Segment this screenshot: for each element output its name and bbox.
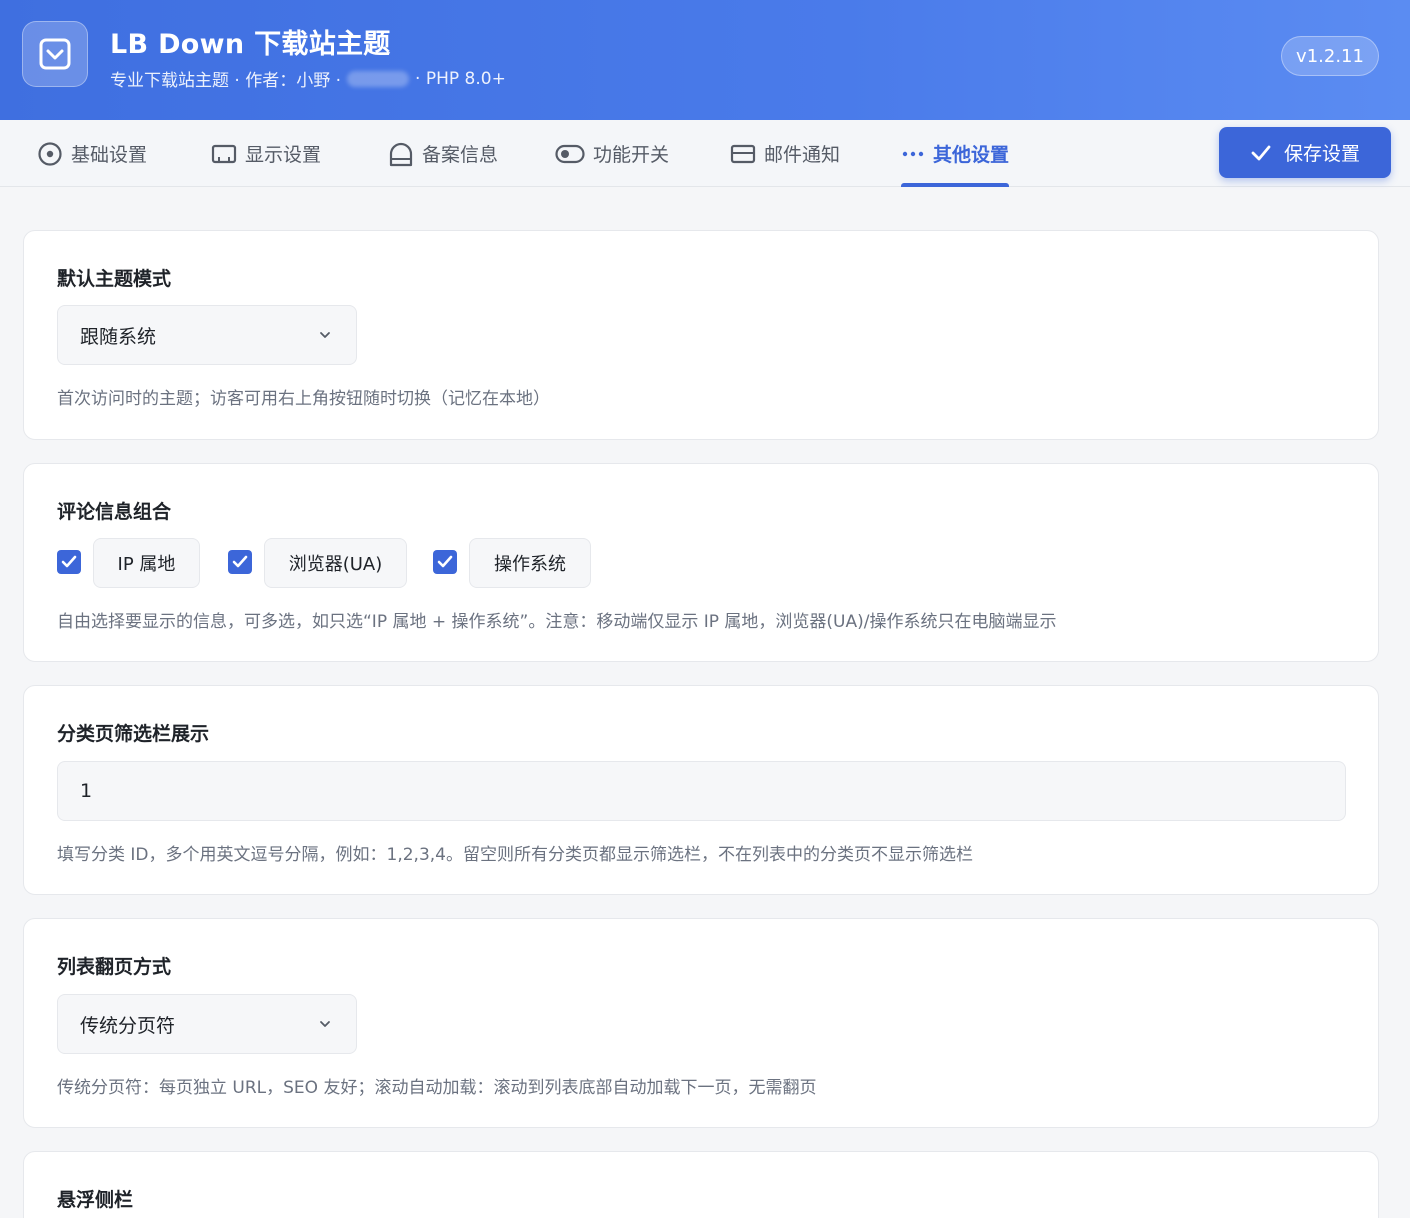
os-option[interactable]: 操作系统 (469, 538, 591, 588)
select-value: 传统分页符 (80, 1014, 176, 1037)
theme-mode-select[interactable]: 跟随系统 (57, 305, 357, 365)
tab-label: 基础设置 (71, 144, 148, 166)
redacted-text (347, 70, 410, 87)
section-title: 分类页筛选栏展示 (57, 723, 210, 745)
browser-ua-checkbox[interactable] (228, 550, 252, 574)
section-title: 悬浮侧栏 (57, 1189, 134, 1211)
download-box-icon (39, 38, 71, 70)
circle-dot-icon (38, 141, 62, 166)
checkmark-icon (61, 555, 77, 568)
comment-info-card: 评论信息组合 IP 属地 浏览器(UA) 操作系统 自由选择要显示的信息，可多选… (23, 463, 1379, 662)
ip-location-option[interactable]: IP 属地 (93, 538, 200, 588)
pagination-mode-select[interactable]: 传统分页符 (57, 994, 357, 1054)
browser-ua-option[interactable]: 浏览器(UA) (264, 538, 407, 588)
checkmark-icon (232, 555, 248, 568)
pagination-card: 列表翻页方式 传统分页符 传统分页符：每页独立 URL，SEO 友好；滚动自动加… (23, 918, 1379, 1128)
tab-other-settings[interactable]: 其他设置 (901, 120, 1010, 187)
tab-bar: 基础设置 显示设置 备案信息 功能开关 邮件通知 其他设置 (0, 120, 1410, 187)
floating-sidebar-card: 悬浮侧栏 (23, 1151, 1379, 1218)
app-title: LB Down 下载站主题 (110, 29, 391, 60)
app-header: LB Down 下载站主题 专业下载站主题 · 作者：小野 · · PHP 8.… (0, 0, 1410, 120)
section-hint: 传统分页符：每页独立 URL，SEO 友好；滚动自动加载：滚动到列表底部自动加载… (57, 1078, 817, 1098)
subtitle-right: · PHP 8.0+ (415, 68, 506, 89)
tab-icp-info[interactable]: 备案信息 (388, 120, 498, 187)
section-hint: 首次访问时的主题；访客可用右上角按钮随时切换（记忆在本地） (57, 389, 550, 409)
version-badge: v1.2.11 (1281, 36, 1379, 76)
tab-label: 显示设置 (245, 144, 322, 166)
save-button[interactable]: 保存设置 (1219, 127, 1391, 178)
subtitle-left: 专业下载站主题 · 作者：小野 · (110, 71, 342, 91)
app-logo (22, 21, 88, 87)
theme-mode-card: 默认主题模式 跟随系统 首次访问时的主题；访客可用右上角按钮随时切换（记忆在本地… (23, 230, 1379, 440)
more-dots-icon (902, 151, 924, 156)
section-hint: 自由选择要显示的信息，可多选，如只选“IP 属地 + 操作系统”。注意：移动端仅… (57, 612, 1057, 632)
toggle-icon (555, 144, 585, 163)
check-icon (1251, 145, 1271, 160)
tab-basic-settings[interactable]: 基础设置 (37, 120, 147, 187)
monitor-icon (211, 144, 237, 163)
section-title: 默认主题模式 (57, 268, 172, 290)
tab-label: 备案信息 (422, 144, 499, 166)
tab-label: 功能开关 (593, 144, 670, 166)
chevron-down-icon (320, 1021, 330, 1027)
mail-icon (730, 144, 756, 163)
ip-location-checkbox[interactable] (57, 550, 81, 574)
category-ids-input[interactable] (57, 761, 1346, 821)
tab-display-settings[interactable]: 显示设置 (211, 120, 321, 187)
os-checkbox[interactable] (433, 550, 457, 574)
section-hint: 填写分类 ID，多个用英文逗号分隔，例如：1,2,3,4。留空则所有分类页都显示… (57, 845, 973, 865)
tab-feature-toggles[interactable]: 功能开关 (555, 120, 669, 187)
tab-label: 其他设置 (933, 144, 1010, 166)
tab-mail-notify[interactable]: 邮件通知 (730, 120, 840, 187)
section-title: 列表翻页方式 (57, 956, 172, 978)
save-button-label: 保存设置 (1283, 143, 1360, 165)
checkmark-icon (437, 555, 453, 568)
tab-label: 邮件通知 (764, 144, 841, 166)
section-title: 评论信息组合 (57, 501, 172, 523)
app-subtitle: 专业下载站主题 · 作者：小野 · · PHP 8.0+ (110, 66, 506, 92)
shield-icon (389, 142, 413, 166)
category-filter-card: 分类页筛选栏展示 填写分类 ID，多个用英文逗号分隔，例如：1,2,3,4。留空… (23, 685, 1379, 895)
chevron-down-icon (320, 332, 330, 338)
select-value: 跟随系统 (80, 325, 157, 348)
